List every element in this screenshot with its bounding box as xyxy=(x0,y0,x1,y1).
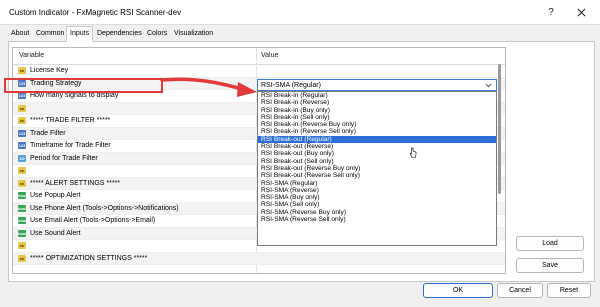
dropdown-option[interactable]: RSI Break-out (Buy only) xyxy=(258,150,496,157)
cancel-button[interactable]: Cancel xyxy=(497,283,543,298)
dropdown-option[interactable]: RSI Break-out (Reverse Sell only) xyxy=(258,172,496,179)
dropdown-option[interactable]: RSI Break-out (Reverse) xyxy=(258,143,496,150)
dropdown-option[interactable]: RSI Break-out (Reverse Buy only) xyxy=(258,165,496,172)
row-label: Use Popup Alert xyxy=(30,192,81,199)
string-type-icon: ab xyxy=(18,67,26,74)
bool-type-icon: bool xyxy=(18,217,26,224)
dropdown-option[interactable]: RSI-SMA (Reverse Sell only) xyxy=(258,216,496,223)
dropdown-option[interactable]: RSI Break-in (Sell only) xyxy=(258,114,496,121)
row-label: Timeframe for Trade Filter xyxy=(30,142,111,149)
row-label: Period for Trade Filter xyxy=(30,154,98,162)
save-button[interactable]: Save xyxy=(516,258,584,273)
mouse-cursor-icon xyxy=(409,147,417,158)
dropdown-option[interactable]: RSI Break-out (Sell only) xyxy=(258,158,496,165)
string-type-icon: ab xyxy=(18,242,26,249)
dropdown-option[interactable]: RSI-SMA (Reverse Buy only) xyxy=(258,209,496,216)
close-button[interactable] xyxy=(570,4,592,20)
help-button[interactable]: ? xyxy=(540,4,562,20)
header-variable: Variable xyxy=(19,52,45,59)
dropdown-option[interactable]: RSI Break-in (Reverse Sell only) xyxy=(258,128,496,135)
dialog-window: Custom Indicator - FxMagnetic RSI Scanne… xyxy=(0,0,600,307)
bool-type-icon: bool xyxy=(18,192,26,199)
dropdown-option[interactable]: RSI-SMA (Reverse) xyxy=(258,187,496,194)
dropdown-option[interactable]: RSI Break-in (Regular) xyxy=(258,92,496,99)
string-type-icon: ab xyxy=(18,179,26,187)
string-type-icon: ab xyxy=(18,167,26,174)
scrollbar-thumb[interactable] xyxy=(498,64,501,194)
dropdown-option[interactable]: RSI-SMA (Buy only) xyxy=(258,194,496,201)
row-label: ***** ALERT SETTINGS ***** xyxy=(30,179,121,187)
tab-about[interactable]: About xyxy=(8,27,32,40)
tab-colors[interactable]: Colors xyxy=(144,27,170,40)
enum-type-icon: 123 xyxy=(18,142,26,149)
row-label: Use Email Alert (Tools->Options->Email) xyxy=(30,217,156,224)
row-label: Trade Filter xyxy=(30,129,66,137)
close-icon xyxy=(577,8,585,16)
enum-type-icon: 123 xyxy=(18,129,26,137)
grid-header: Variable Value xyxy=(13,48,505,65)
dropdown-option[interactable]: RSI Break-in (Reverse Buy only) xyxy=(258,121,496,128)
chevron-down-icon[interactable] xyxy=(485,81,492,89)
annotation-arrow-icon xyxy=(160,77,257,97)
window-title: Custom Indicator - FxMagnetic RSI Scanne… xyxy=(9,8,182,17)
title-bar: Custom Indicator - FxMagnetic RSI Scanne… xyxy=(0,0,600,25)
tab-dependencies[interactable]: Dependencies xyxy=(94,27,145,40)
integer-type-icon: 123 xyxy=(18,92,26,99)
dropdown-option[interactable]: RSI Break-in (Reverse) xyxy=(258,99,496,106)
dropdown-option[interactable]: RSI Break-in (Buy only) xyxy=(258,107,496,114)
tab-common[interactable]: Common xyxy=(33,27,67,40)
table-row[interactable]: ab ***** OPTIMIZATION SETTINGS ***** xyxy=(13,252,505,265)
row-label: Use Phone Alert (Tools->Options->Notific… xyxy=(30,204,179,212)
bool-type-icon: bool xyxy=(18,229,26,237)
string-type-icon: ab xyxy=(18,254,26,262)
dropdown-option[interactable]: RSI-SMA (Sell only) xyxy=(258,201,496,208)
strategy-dropdown-list: RSI Break-in (Regular) RSI Break-in (Rev… xyxy=(257,91,497,246)
row-label: Use Sound Alert xyxy=(30,229,81,237)
double-type-icon: 1/2 xyxy=(18,154,26,162)
header-value: Value xyxy=(261,52,279,59)
row-label: ***** TRADE FILTER ***** xyxy=(30,117,111,124)
bool-type-icon: bool xyxy=(18,204,26,212)
row-label: ***** OPTIMIZATION SETTINGS ***** xyxy=(30,254,148,262)
row-label: How many signals to display xyxy=(30,92,119,99)
reset-button[interactable]: Reset xyxy=(547,283,591,298)
tab-visualization[interactable]: Visualization xyxy=(171,27,216,40)
load-button[interactable]: Load xyxy=(516,236,584,251)
row-label: License Key xyxy=(30,67,69,74)
dropdown-option-highlighted[interactable]: RSI Break-out (Regular) xyxy=(258,135,496,144)
string-type-icon: ab xyxy=(18,117,26,124)
tab-inputs[interactable]: Inputs xyxy=(66,26,94,42)
trading-strategy-select[interactable]: RSI-SMA (Regular) xyxy=(257,79,497,91)
dropdown-option[interactable]: RSI-SMA (Regular) xyxy=(258,180,496,187)
ok-button[interactable]: OK xyxy=(423,283,493,298)
select-value: RSI-SMA (Regular) xyxy=(261,81,321,89)
string-type-icon: ab xyxy=(18,104,26,112)
grid-scrollbar[interactable] xyxy=(498,64,503,264)
annotation-highlight-box xyxy=(4,78,163,93)
